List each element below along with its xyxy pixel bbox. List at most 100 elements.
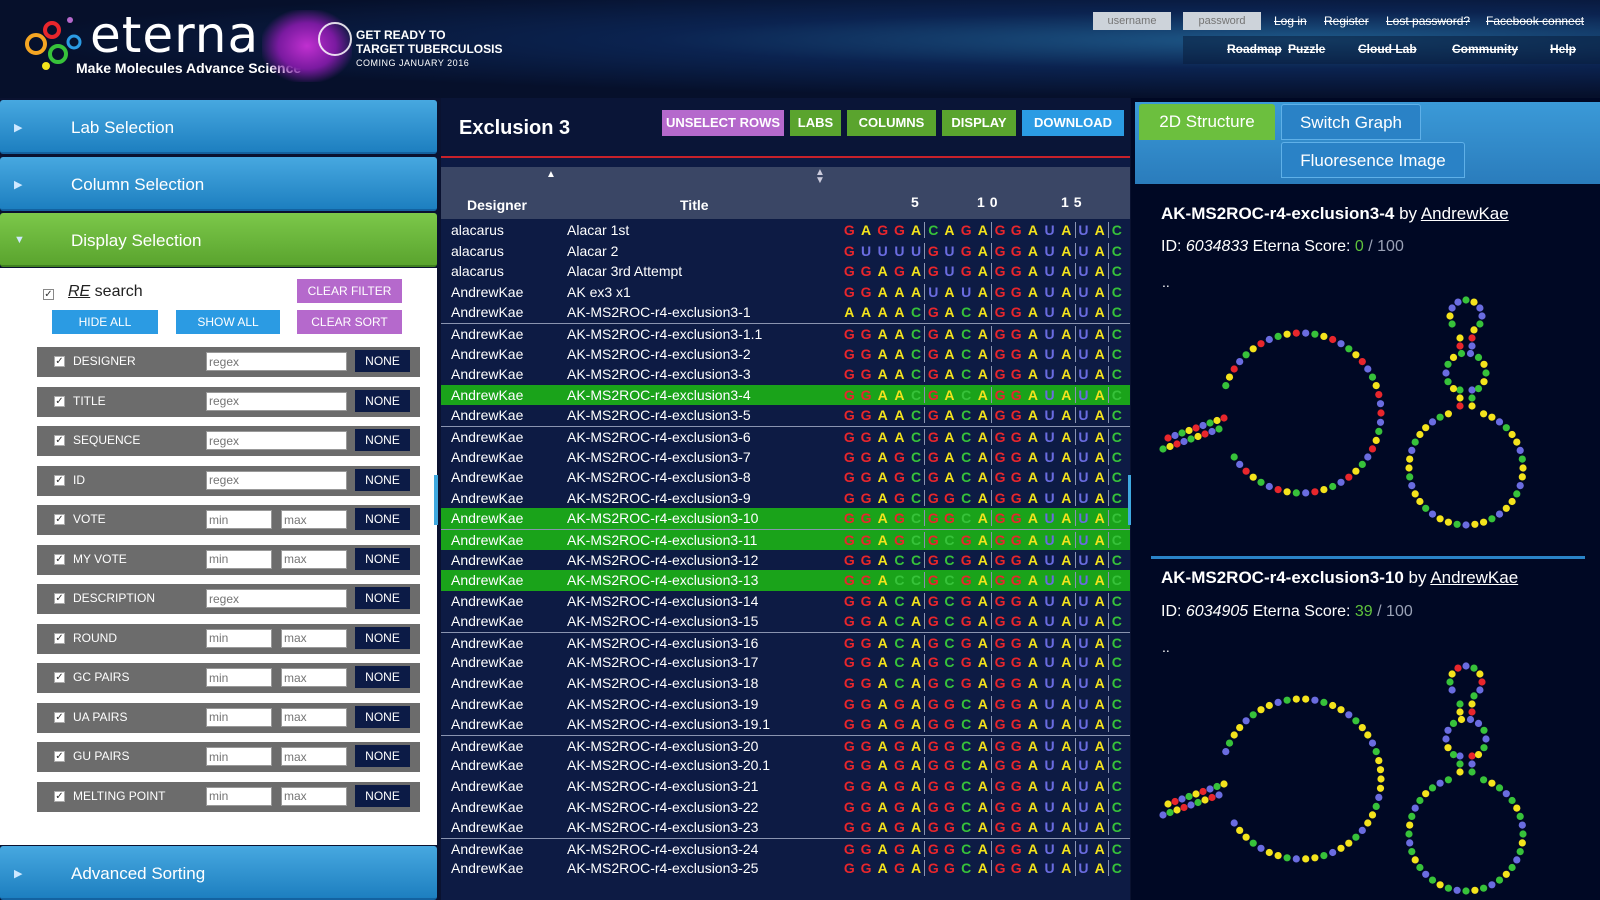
filter-none-button[interactable]: NONE [355,666,410,688]
labs-button[interactable]: LABS [790,110,841,136]
row-title[interactable]: AK-MS2ROC-r4-exclusion3-1 [567,304,751,320]
row-title[interactable]: Alacar 1st [567,222,629,238]
show-all-button[interactable]: SHOW ALL [176,310,280,334]
table-row[interactable]: AndrewKae AK-MS2ROC-r4-exclusion3-21 G G A G A… [441,776,1130,797]
table-row[interactable]: AndrewKae AK-MS2ROC-r4-exclusion3-11 G G A G C… [441,528,1130,550]
row-title[interactable]: AK-MS2ROC-r4-exclusion3-24 [567,841,758,857]
filter-min-input[interactable] [206,707,272,727]
filter-max-input[interactable] [281,510,347,529]
tab-fluorescence-image[interactable]: Fluoresence Image [1281,142,1465,178]
password-input[interactable] [1183,12,1261,30]
filter-none-button[interactable]: NONE [355,429,410,451]
row-designer[interactable]: AndrewKae [451,490,523,506]
card-1-author-link[interactable]: AndrewKae [1421,204,1509,223]
filter-visible-checkbox[interactable]: ✓ [54,356,65,367]
table-row[interactable]: AndrewKae AK-MS2ROC-r4-exclusion3-22 G G A G A… [441,797,1130,818]
table-row[interactable]: AndrewKae AK-MS2ROC-r4-exclusion3-7 G G A G C G… [441,447,1130,468]
row-designer[interactable]: alacarus [451,222,504,238]
left-scroll-indicator[interactable] [434,475,438,525]
row-title[interactable]: Alacar 3rd Attempt [567,263,682,279]
nav-help[interactable]: Help [1550,42,1576,56]
clear-sort-button[interactable]: CLEAR SORT [297,310,402,334]
filter-max-input[interactable] [281,707,347,727]
row-title[interactable]: AK-MS2ROC-r4-exclusion3-4 [567,387,751,403]
filter-visible-checkbox[interactable]: ✓ [54,514,65,525]
row-designer[interactable]: AndrewKae [451,757,523,773]
lost-password-link[interactable]: Lost password? [1386,14,1470,28]
column-selection-header[interactable]: ▶ Column Selection [0,157,437,211]
promo-banner[interactable]: GET READY TO TARGET TUBERCULOSIS COMING … [356,28,502,70]
table-row[interactable]: AndrewKae AK-MS2ROC-r4-exclusion3-10 G G A G C… [441,508,1130,529]
card-2-author-link[interactable]: AndrewKae [1430,568,1518,587]
row-designer[interactable]: AndrewKae [451,860,523,876]
table-row[interactable]: AndrewKae AK-MS2ROC-r4-exclusion3-13 G G A C C… [441,570,1130,591]
row-designer[interactable]: AndrewKae [451,469,523,485]
row-title[interactable]: Alacar 2 [567,243,618,259]
row-title[interactable]: AK-MS2ROC-r4-exclusion3-15 [567,613,758,629]
table-row[interactable]: AndrewKae AK-MS2ROC-r4-exclusion3-1.1 G G A A… [441,322,1130,344]
row-designer[interactable]: AndrewKae [451,654,523,670]
table-row[interactable]: AndrewKae AK-MS2ROC-r4-exclusion3-19 G G A G A… [441,694,1130,715]
row-designer[interactable]: AndrewKae [451,429,523,445]
row-title[interactable]: AK-MS2ROC-r4-exclusion3-22 [567,799,758,815]
filter-regex-input[interactable] [206,431,347,450]
row-designer[interactable]: AndrewKae [451,304,523,320]
row-title[interactable]: AK-MS2ROC-r4-exclusion3-10 [567,510,758,526]
tab-switch-graph[interactable]: Switch Graph [1281,104,1421,140]
nav-cloud-lab[interactable]: Cloud Lab [1358,42,1417,56]
row-designer[interactable]: AndrewKae [451,738,523,754]
row-title[interactable]: AK ex3 x1 [567,284,631,300]
row-designer[interactable]: AndrewKae [451,799,523,815]
table-row[interactable]: AndrewKae AK-MS2ROC-r4-exclusion3-16 G G A C A… [441,631,1130,653]
row-title[interactable]: AK-MS2ROC-r4-exclusion3-1.1 [567,326,762,342]
filter-min-input[interactable] [206,668,272,687]
filter-max-input[interactable] [281,786,347,806]
row-title[interactable]: AK-MS2ROC-r4-exclusion3-25 [567,860,758,876]
table-row[interactable]: AndrewKae AK-MS2ROC-r4-exclusion3-1 A A A A C G… [441,302,1130,323]
row-title[interactable]: AK-MS2ROC-r4-exclusion3-16 [567,635,758,651]
filter-visible-checkbox[interactable]: ✓ [54,474,65,486]
row-title[interactable]: AK-MS2ROC-r4-exclusion3-13 [567,572,758,588]
row-designer[interactable]: AndrewKae [451,841,523,857]
table-row[interactable]: AndrewKae AK-MS2ROC-r4-exclusion3-19.1 G G A… [441,714,1130,735]
table-row[interactable]: AndrewKae AK-MS2ROC-r4-exclusion3-4 G G A A C G… [441,384,1130,406]
filter-visible-checkbox[interactable]: ✓ [54,790,65,802]
row-designer[interactable]: AndrewKae [451,778,523,794]
username-input[interactable] [1093,12,1171,30]
filter-visible-checkbox[interactable]: ✓ [54,711,65,723]
nav-puzzle[interactable]: Puzzle [1288,42,1325,56]
filter-visible-checkbox[interactable]: ✓ [54,435,65,446]
filter-none-button[interactable]: NONE [355,745,410,767]
display-button[interactable]: DISPLAY [942,110,1016,136]
table-row[interactable]: alacarus Alacar 2GUUUUGUGAGGAUAUAC [441,241,1130,262]
filter-none-button[interactable]: NONE [355,547,410,570]
table-row[interactable]: AndrewKae AK-MS2ROC-r4-exclusion3-20 G G A G A… [441,734,1130,756]
row-designer[interactable]: AndrewKae [451,716,523,732]
row-designer[interactable]: AndrewKae [451,284,523,300]
filter-visible-checkbox[interactable]: ✓ [54,751,65,762]
clear-filter-button[interactable]: CLEAR FILTER [297,279,402,303]
row-title[interactable]: AK-MS2ROC-r4-exclusion3-19.1 [567,716,770,732]
row-title[interactable]: AK-MS2ROC-r4-exclusion3-2 [567,346,751,362]
row-designer[interactable]: AndrewKae [451,449,523,465]
row-designer[interactable]: AndrewKae [451,675,523,691]
row-designer[interactable]: AndrewKae [451,407,523,423]
row-title[interactable]: AK-MS2ROC-r4-exclusion3-5 [567,407,751,423]
row-title[interactable]: AK-MS2ROC-r4-exclusion3-9 [567,490,751,506]
row-title[interactable]: AK-MS2ROC-r4-exclusion3-8 [567,469,751,485]
row-title[interactable]: AK-MS2ROC-r4-exclusion3-3 [567,366,751,382]
filter-regex-input[interactable] [206,391,347,411]
table-row[interactable]: AndrewKae AK-MS2ROC-r4-exclusion3-23 G G A G A… [441,817,1130,838]
table-row[interactable]: AndrewKae AK-MS2ROC-r4-exclusion3-20.1 G G A… [441,755,1130,776]
unselect-rows-button[interactable]: UNSELECT ROWS [662,110,784,136]
row-designer[interactable]: AndrewKae [451,326,523,342]
hide-all-button[interactable]: HIDE ALL [52,310,158,334]
table-row[interactable]: alacarus Alacar 3rd Attempt G G A G A G U G A G G A U A… [441,261,1130,282]
row-designer[interactable]: AndrewKae [451,613,523,629]
filter-visible-checkbox[interactable]: ✓ [54,553,65,565]
filter-min-input[interactable] [206,510,272,529]
filter-none-button[interactable]: NONE [355,626,410,649]
row-designer[interactable]: AndrewKae [451,510,523,526]
re-search-checkbox[interactable]: ✓ [43,289,54,300]
row-designer[interactable]: AndrewKae [451,552,523,568]
